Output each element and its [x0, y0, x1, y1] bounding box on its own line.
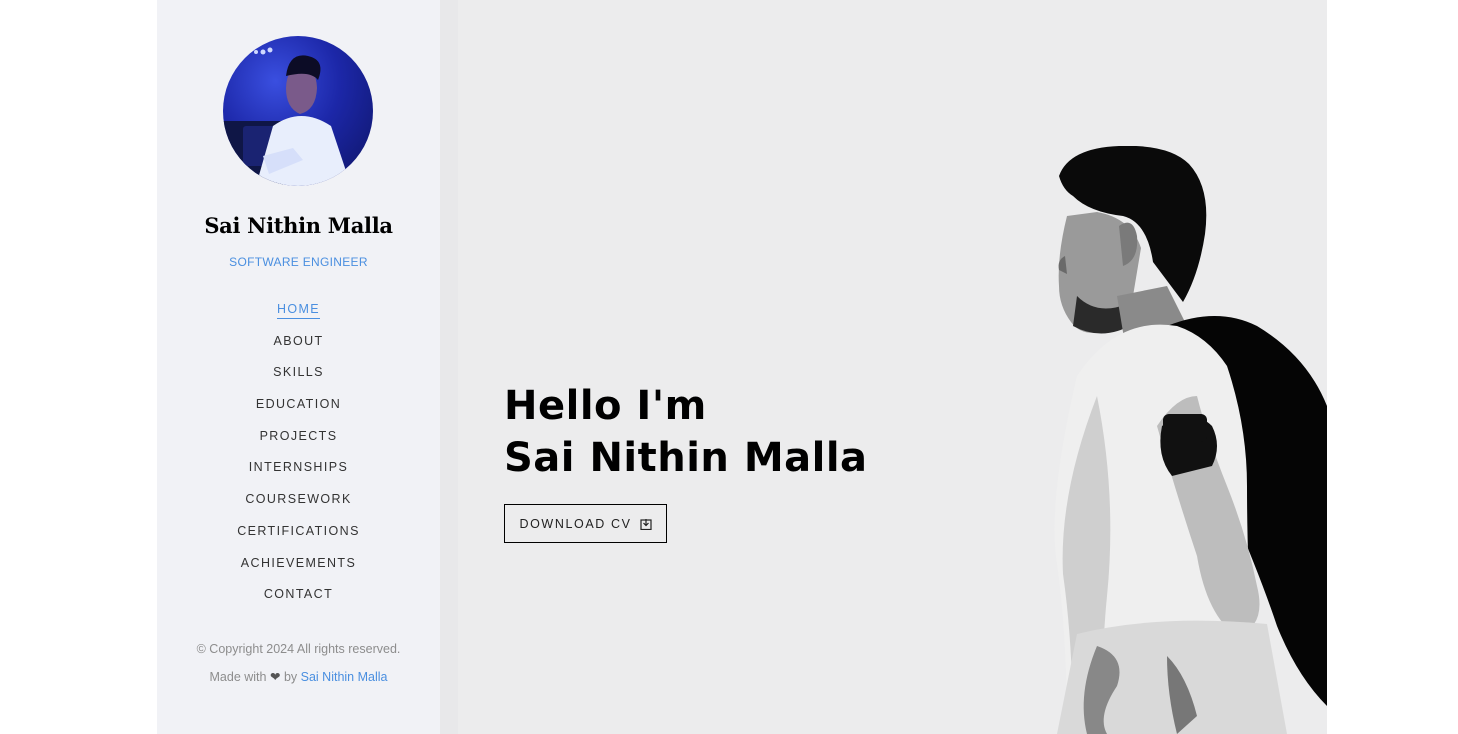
- heart-icon: ❤: [269, 670, 281, 684]
- nav-about[interactable]: ABOUT: [273, 334, 323, 350]
- sidebar-job-title: SOFTWARE ENGINEER: [229, 255, 368, 269]
- sidebar-name: Sai Nithin Malla: [204, 213, 393, 238]
- page: Sai Nithin Malla SOFTWARE ENGINEER HOME …: [157, 0, 1327, 734]
- download-cv-label: DOWNLOAD CV: [519, 516, 632, 531]
- footer-made-with: Made with ❤ by Sai Nithin Malla: [157, 669, 440, 684]
- nav-coursework[interactable]: COURSEWORK: [245, 492, 351, 508]
- nav-skills[interactable]: SKILLS: [273, 365, 324, 381]
- download-cv-button[interactable]: DOWNLOAD CV: [504, 504, 667, 543]
- footer-made-with-text: Made with: [209, 670, 267, 684]
- sidebar-gap: [440, 0, 458, 734]
- nav-internships[interactable]: INTERNSHIPS: [249, 460, 348, 476]
- footer-author-link[interactable]: Sai Nithin Malla: [301, 670, 388, 684]
- footer-copyright: © Copyright 2024 All rights reserved.: [196, 642, 401, 656]
- nav-home[interactable]: HOME: [276, 302, 321, 319]
- sidebar-nav: HOME ABOUT SKILLS EDUCATION PROJECTS INT…: [157, 300, 440, 617]
- hero-greeting: Hello I'm: [504, 383, 707, 429]
- hero-portrait: [1054, 146, 1327, 734]
- download-icon: [639, 518, 652, 530]
- nav-education[interactable]: EDUCATION: [256, 397, 341, 413]
- nav-achievements[interactable]: ACHIEVEMENTS: [241, 556, 356, 572]
- hero-name: Sai Nithin Malla: [504, 435, 868, 481]
- footer-by-text: by: [283, 670, 298, 684]
- sidebar: Sai Nithin Malla SOFTWARE ENGINEER HOME …: [157, 0, 440, 734]
- nav-certifications[interactable]: CERTIFICATIONS: [237, 524, 360, 540]
- nav-contact[interactable]: CONTACT: [264, 587, 333, 603]
- nav-projects[interactable]: PROJECTS: [260, 429, 338, 445]
- hero-section: Hello I'm Sai Nithin Malla DOWNLOAD CV: [458, 0, 1327, 734]
- avatar: [223, 36, 373, 186]
